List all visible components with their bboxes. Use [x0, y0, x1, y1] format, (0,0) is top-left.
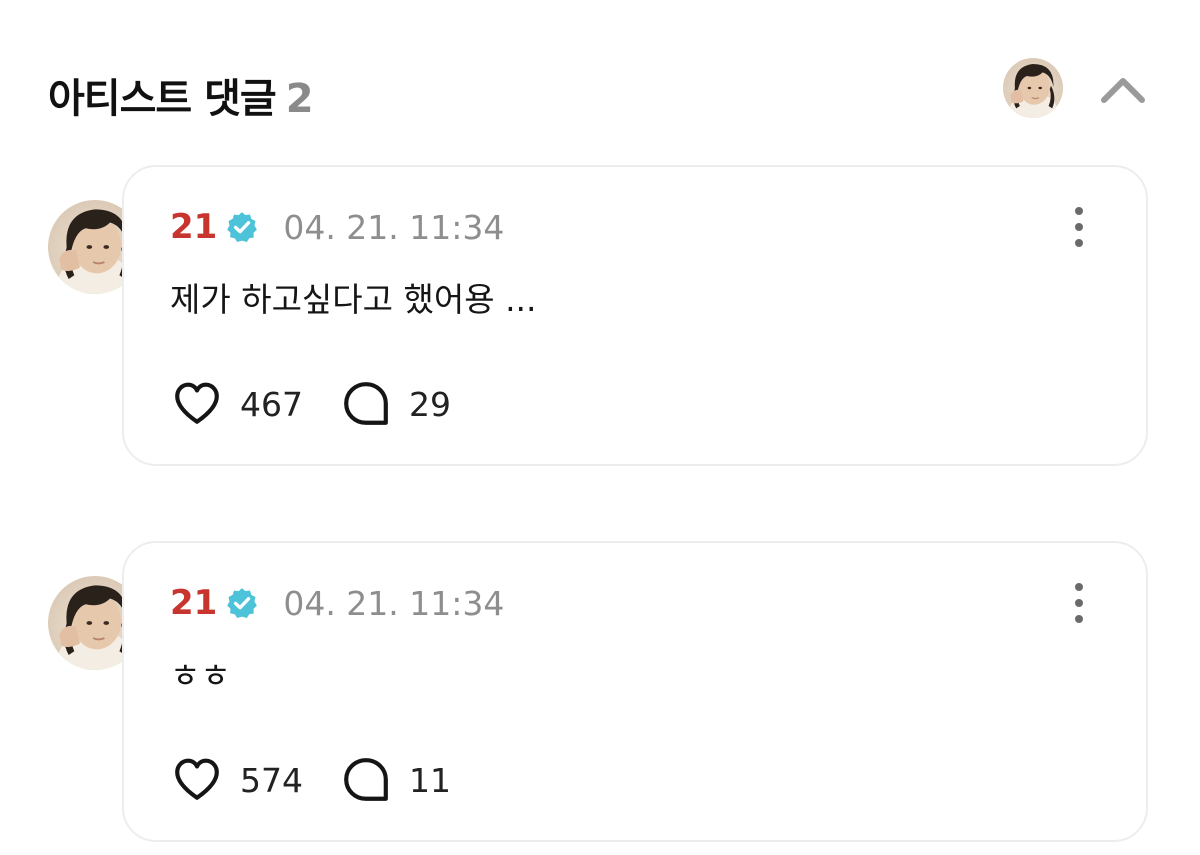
reply-count: 29	[409, 384, 451, 424]
comment-card: 21 04. 21. 11:34 제가 하고싶다고 했어용 ... 467 29	[122, 165, 1148, 466]
comment-actions: 574 11	[172, 755, 451, 805]
reply-count: 11	[409, 760, 451, 800]
author-name[interactable]: 21	[170, 583, 217, 623]
section-title-text: 아티스트 댓글	[48, 76, 277, 122]
like-count: 467	[240, 384, 303, 424]
comment-meta: 21 04. 21. 11:34	[170, 581, 504, 625]
comment-text: 제가 하고싶다고 했어용 ...	[170, 280, 537, 319]
more-options-button[interactable]	[1064, 205, 1094, 249]
speech-bubble-icon	[341, 379, 391, 429]
verified-badge-icon	[225, 586, 259, 620]
comment-meta: 21 04. 21. 11:34	[170, 205, 504, 249]
verified-badge-icon	[225, 210, 259, 244]
reply-button[interactable]: 11	[341, 755, 451, 805]
comment-card: 21 04. 21. 11:34 ㅎㅎ 574 11	[122, 541, 1148, 842]
like-button[interactable]: 574	[172, 755, 303, 805]
author-name[interactable]: 21	[170, 207, 217, 247]
comment-text: ㅎㅎ	[170, 656, 231, 695]
heart-icon	[172, 379, 222, 429]
comment-count: 2	[285, 76, 314, 122]
more-vertical-icon	[1064, 205, 1094, 249]
comment-actions: 467 29	[172, 379, 451, 429]
like-count: 574	[240, 760, 303, 800]
comment-timestamp: 04. 21. 11:34	[283, 583, 505, 623]
collapse-button[interactable]	[1098, 68, 1148, 108]
speech-bubble-icon	[341, 755, 391, 805]
artist-comments-header: 아티스트 댓글 2	[48, 58, 1150, 122]
chevron-up-icon	[1101, 78, 1145, 103]
header-avatar[interactable]	[1003, 58, 1063, 118]
comment-timestamp: 04. 21. 11:34	[283, 207, 505, 247]
heart-icon	[172, 755, 222, 805]
more-options-button[interactable]	[1064, 581, 1094, 625]
more-vertical-icon	[1064, 581, 1094, 625]
like-button[interactable]: 467	[172, 379, 303, 429]
reply-button[interactable]: 29	[341, 379, 451, 429]
avatar-photo-icon	[1003, 58, 1063, 118]
section-title: 아티스트 댓글 2	[48, 66, 314, 124]
